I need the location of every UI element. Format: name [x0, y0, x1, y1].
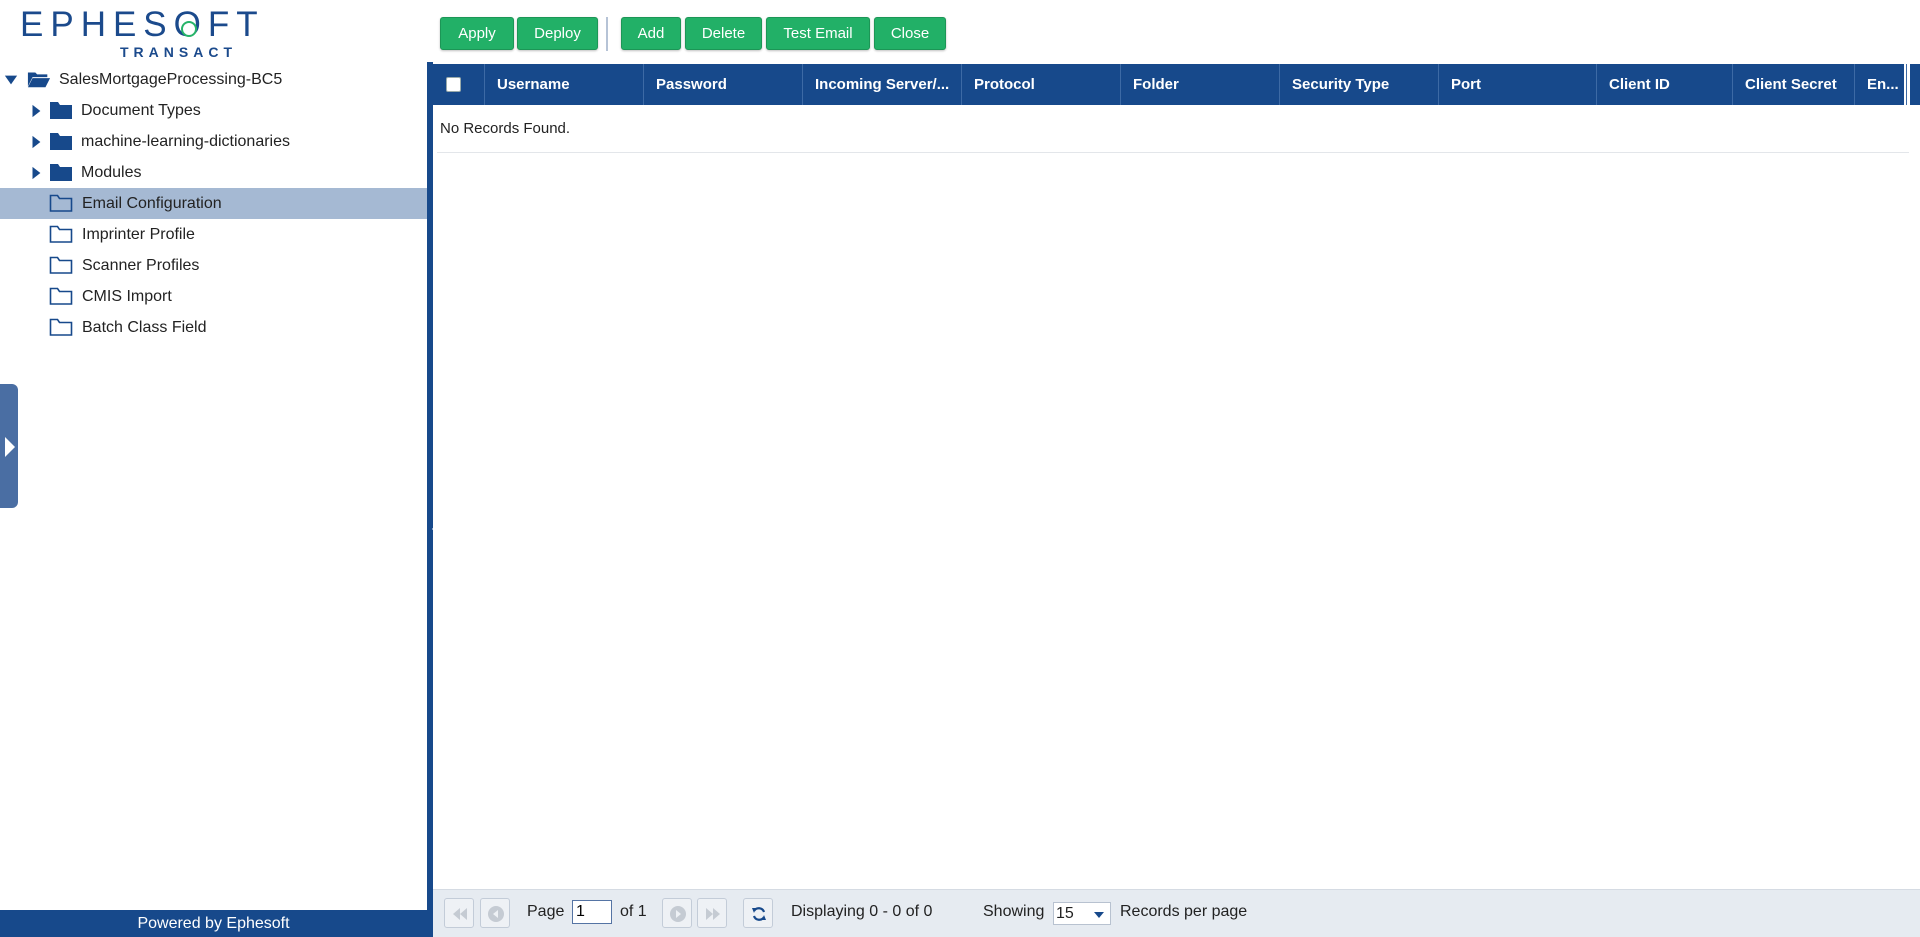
tree-item-batch-class-field[interactable]: Batch Class Field	[0, 312, 427, 343]
double-right-arrow-icon	[706, 908, 720, 920]
expand-side-panel-handle[interactable]	[0, 384, 18, 508]
add-button[interactable]: Add	[621, 17, 681, 50]
toolbar-separator	[606, 17, 608, 51]
row-divider	[437, 152, 1909, 153]
tree-item-label: Email Configuration	[82, 195, 222, 212]
column-header-enabled[interactable]: En...	[1855, 64, 1907, 105]
column-header-security-type[interactable]: Security Type	[1280, 64, 1439, 105]
folder-outline-icon	[49, 256, 73, 274]
logo-wordmark: EPHESOFT	[20, 5, 265, 44]
column-header-folder[interactable]: Folder	[1121, 64, 1280, 105]
showing-label: Showing	[983, 903, 1045, 920]
column-header-password[interactable]: Password	[644, 64, 803, 105]
column-header-incoming-server[interactable]: Incoming Server/...	[803, 64, 962, 105]
records-per-page-label: Records per page	[1120, 903, 1248, 920]
folder-filled-icon	[50, 164, 72, 181]
select-all-column	[433, 64, 485, 105]
folder-filled-icon	[50, 102, 72, 119]
pagination-bar: Page of 1 Displaying 0 - 0 of 0 Showing …	[433, 889, 1920, 937]
tree-item-machine-learning-dictionaries[interactable]: machine-learning-dictionaries	[0, 126, 427, 157]
folder-filled-icon	[50, 133, 72, 150]
tree-item-scanner-profiles[interactable]: Scanner Profiles	[0, 250, 427, 281]
column-header-username[interactable]: Username	[485, 64, 644, 105]
previous-page-button[interactable]	[480, 898, 510, 928]
folder-outline-icon	[49, 225, 73, 243]
tree-item-document-types[interactable]: Document Types	[0, 95, 427, 126]
refresh-button[interactable]	[743, 898, 773, 928]
tree-item-email-configuration[interactable]: Email Configuration	[0, 188, 427, 219]
page-count-label: of 1	[620, 903, 647, 920]
close-button[interactable]: Close	[874, 17, 946, 50]
caret-right-icon[interactable]	[29, 166, 43, 180]
apply-button[interactable]: Apply	[440, 17, 514, 50]
column-header-port[interactable]: Port	[1439, 64, 1597, 105]
logo-product: TRANSACT	[120, 44, 237, 60]
tree-item-label: Modules	[81, 164, 142, 181]
tree-item-imprinter-profile[interactable]: Imprinter Profile	[0, 219, 427, 250]
deploy-button[interactable]: Deploy	[517, 17, 598, 50]
tree-item-label: CMIS Import	[82, 288, 172, 305]
next-circle-icon	[670, 906, 686, 922]
page-label: Page	[527, 903, 565, 920]
grid-header-scroll-edge	[1910, 64, 1920, 105]
refresh-icon	[752, 907, 766, 921]
next-page-button[interactable]	[662, 898, 692, 928]
first-page-button[interactable]	[444, 898, 474, 928]
select-all-checkbox[interactable]	[446, 77, 461, 92]
folder-outline-icon	[49, 318, 73, 336]
email-configuration-grid: Username Password Incoming Server/... Pr…	[433, 62, 1920, 889]
test-email-button[interactable]: Test Email	[766, 17, 870, 50]
caret-down-icon[interactable]	[4, 73, 18, 87]
folder-outline-icon	[49, 194, 73, 212]
caret-right-icon[interactable]	[29, 104, 43, 118]
page-number-input[interactable]	[572, 900, 612, 924]
tree-item-cmis-import[interactable]: CMIS Import	[0, 281, 427, 312]
tree-item-label: Document Types	[81, 102, 201, 119]
ephesoft-logo: EPHESOFT TRANSACT	[20, 6, 258, 61]
chevron-down-icon	[1094, 912, 1104, 918]
caret-right-icon[interactable]	[29, 135, 43, 149]
tree-root-node[interactable]: SalesMortgageProcessing-BC5	[0, 64, 427, 95]
records-per-page-select[interactable]: 15	[1053, 902, 1111, 925]
tree-item-modules[interactable]: Modules	[0, 157, 427, 188]
delete-button[interactable]: Delete	[685, 17, 762, 50]
empty-grid-message: No Records Found.	[440, 120, 571, 137]
tree-item-label: Batch Class Field	[82, 319, 207, 336]
navigation-panel: EPHESOFT TRANSACT SalesMortgageProcessin…	[0, 0, 427, 937]
records-per-page-value: 15	[1056, 905, 1074, 922]
folder-open-icon	[27, 72, 51, 88]
tree-item-label: Imprinter Profile	[82, 226, 195, 243]
tree-root-label: SalesMortgageProcessing-BC5	[59, 71, 283, 88]
caret-right-icon	[5, 437, 15, 457]
column-header-protocol[interactable]: Protocol	[962, 64, 1121, 105]
grid-header: Username Password Incoming Server/... Pr…	[433, 64, 1907, 105]
previous-circle-icon	[488, 906, 504, 922]
column-header-client-secret[interactable]: Client Secret	[1733, 64, 1855, 105]
folder-outline-icon	[49, 287, 73, 305]
logo-e-mark-icon	[181, 21, 197, 37]
last-page-button[interactable]	[697, 898, 727, 928]
tree-item-label: Scanner Profiles	[82, 257, 200, 274]
double-left-arrow-icon	[453, 908, 467, 920]
tree-item-label: machine-learning-dictionaries	[81, 133, 290, 150]
powered-by-footer: Powered by Ephesoft	[0, 910, 427, 937]
displaying-info: Displaying 0 - 0 of 0	[791, 903, 933, 920]
column-header-client-id[interactable]: Client ID	[1597, 64, 1733, 105]
